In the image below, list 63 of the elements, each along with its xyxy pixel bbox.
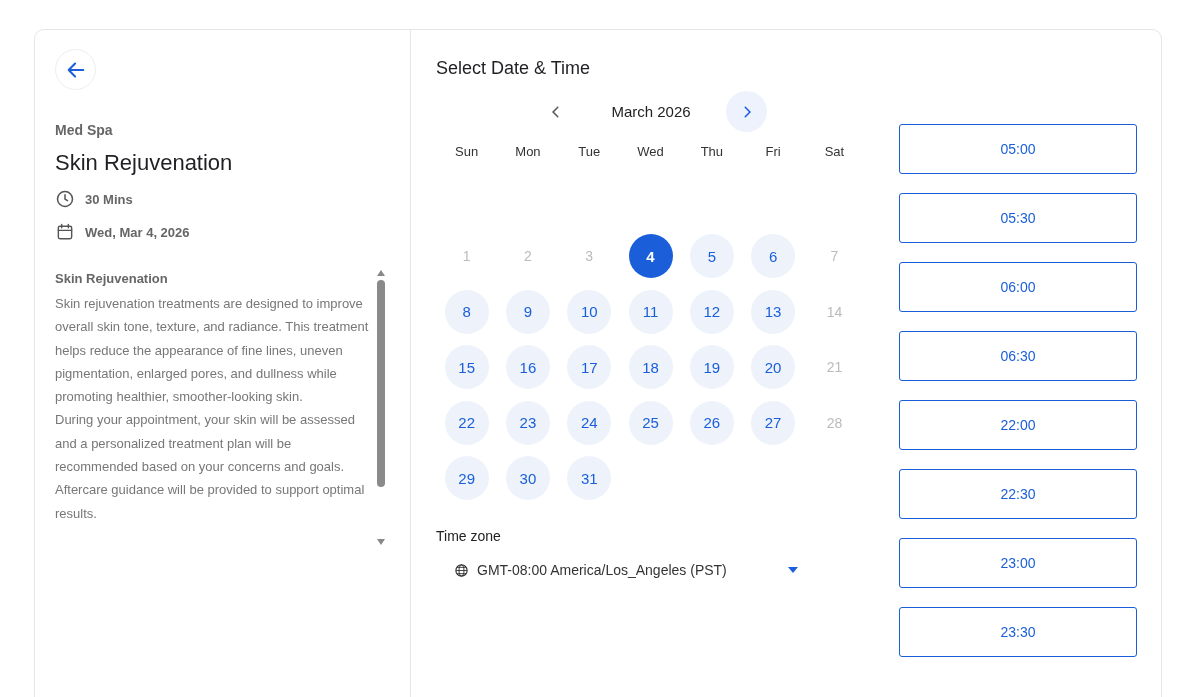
calendar-day[interactable]: 15	[444, 345, 489, 389]
time-slot-button[interactable]: 05:00	[899, 124, 1137, 174]
calendar-day[interactable]: 16	[505, 345, 550, 389]
section-heading: Select Date & Time	[436, 58, 592, 79]
calendar-day[interactable]: 30	[505, 456, 550, 500]
calendar-day: 14	[812, 289, 857, 334]
weekday-label: Sat	[823, 144, 846, 159]
time-slot-button[interactable]: 06:00	[899, 262, 1137, 312]
time-slot-button[interactable]: 23:30	[899, 607, 1137, 657]
calendar-day[interactable]: 17	[567, 345, 612, 389]
calendar-day[interactable]: 24	[567, 400, 612, 445]
calendar-day[interactable]: 23	[505, 400, 550, 445]
calendar-day[interactable]: 10	[567, 289, 612, 334]
calendar-day[interactable]: 25	[628, 400, 673, 445]
calendar-day[interactable]: 9	[505, 289, 550, 334]
caret-down-icon	[787, 566, 799, 574]
calendar-icon	[55, 222, 75, 242]
weekday-label: Wed	[636, 144, 665, 159]
calendar-day[interactable]: 27	[751, 400, 796, 445]
calendar-day[interactable]: 6	[751, 234, 796, 278]
calendar-day: 28	[812, 400, 857, 445]
time-slot-button[interactable]: 22:00	[899, 400, 1137, 450]
duration-text: 30 Mins	[85, 191, 133, 207]
calendar-day[interactable]: 5	[689, 234, 734, 278]
calendar-day[interactable]: 8	[444, 289, 489, 334]
time-slot-button[interactable]: 06:30	[899, 331, 1137, 381]
calendar-day: 3	[567, 234, 612, 278]
scrollbar[interactable]	[376, 270, 386, 545]
calendar-day[interactable]: 26	[689, 400, 734, 445]
date-text: Wed, Mar 4, 2026	[85, 224, 190, 240]
description-paragraph: During your appointment, your skin will be assessed and a personalized treatment plan will be recommended based on your concerns and goals. Aftercare guidance will be provided to support optimal results.	[55, 411, 366, 523]
service-category: Med Spa	[55, 122, 114, 138]
calendar-day[interactable]: 29	[444, 456, 489, 500]
time-slot-button[interactable]: 23:00	[899, 538, 1137, 588]
weekday-label: Mon	[514, 144, 542, 159]
month-label: March 2026	[610, 103, 692, 120]
weekday-label: Sun	[454, 144, 480, 159]
calendar-day: 1	[444, 234, 489, 278]
calendar-day: 21	[812, 345, 857, 389]
timezone-label: Time zone	[436, 528, 502, 544]
calendar-day[interactable]: 12	[689, 289, 734, 334]
calendar-day[interactable]: 19	[689, 345, 734, 389]
service-title: Skin Rejuvenation	[55, 150, 234, 176]
globe-icon	[454, 562, 469, 578]
weekday-label: Tue	[577, 144, 602, 159]
weekday-label: Fri	[764, 144, 782, 159]
calendar-day[interactable]: 4	[628, 234, 673, 278]
calendar-day[interactable]: 22	[444, 400, 489, 445]
calendar-day[interactable]: 13	[751, 289, 796, 334]
calendar-day[interactable]: 11	[628, 289, 673, 334]
timezone-dropdown[interactable]: GMT-08:00 America/Los_Angeles (PST)	[436, 562, 799, 578]
description-paragraph: Skin rejuvenation treatments are designed to improve overall skin tone, texture, and radiance. This treatment helps reduce the appearance of fine lines, uneven pigmentation, enlarged pores, and dullness while promoting healthier, smoother-looking skin.	[55, 295, 370, 407]
time-slot-button[interactable]: 22:30	[899, 469, 1137, 519]
time-slot-button[interactable]: 05:30	[899, 193, 1137, 243]
back-button[interactable]	[55, 49, 96, 90]
clock-icon	[55, 189, 75, 209]
calendar-day[interactable]: 18	[628, 345, 673, 389]
calendar-day[interactable]: 31	[567, 456, 612, 500]
description-heading: Skin Rejuvenation	[55, 270, 169, 288]
calendar-day: 2	[505, 234, 550, 278]
weekday-label: Thu	[699, 144, 725, 159]
calendar-day: 7	[812, 234, 857, 278]
calendar-day[interactable]: 20	[751, 345, 796, 389]
